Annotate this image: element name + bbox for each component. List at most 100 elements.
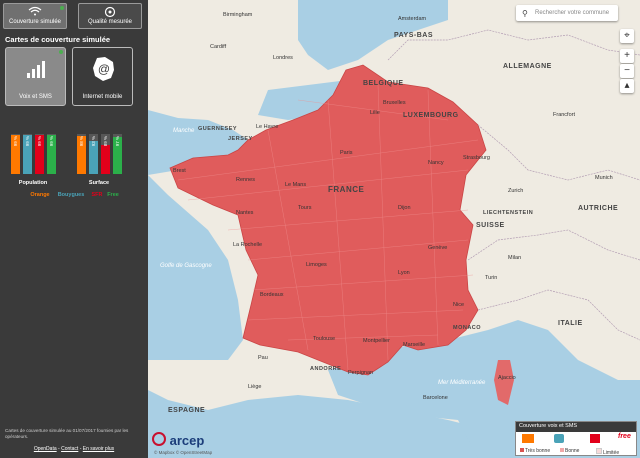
svg-text:@: @ [98,62,110,76]
tab-couverture-simulee[interactable]: Couverture simulée [3,3,67,29]
legend-bouygues: Bouygues [58,192,85,198]
country-label: PAYS-BAS [394,32,434,39]
bar-value-label: 99 % [49,136,54,146]
city-label: Perpignan [348,370,374,376]
country-label: GUERNESEY [198,126,238,132]
country-label: AUTRICHE [578,205,619,212]
compass-button[interactable]: ▴ [620,79,634,93]
country-label: FRANCE [328,185,365,194]
sidebar: Couverture simulée Qualité mesurée Carte… [0,0,148,458]
legend-panel: Couverture voix et SMS free Très bonne B… [515,421,637,456]
city-label: Genève [428,245,448,251]
coverage-chart: 99 % 99 % 99 % 99 % Population 98 % 93 % 89 % 97… [11,134,122,198]
city-label: Zurich [508,188,524,194]
city-label: Turin [485,275,498,281]
footer-text: Cartes de couverture simulée au 01/07/20… [5,428,129,439]
country-label: ANDORRE [310,366,342,372]
group-label: Surface [89,180,109,186]
city-label: Amsterdam [398,16,427,22]
city-label: Le Mans [285,182,307,188]
city-label: Bordeaux [260,292,284,298]
bar-value-label: 97 % [115,136,120,146]
signal-bars-icon [26,58,48,85]
city-label: La Rochelle [233,242,263,248]
country-label: JERSEY [228,136,253,142]
country-label: ITALIE [558,320,583,327]
operator-radio-free[interactable]: free [618,433,631,440]
france-at-icon: @ [91,56,117,87]
locate-button[interactable]: ⌖ [620,29,634,43]
bar-value-label: 93 % [91,136,96,146]
city-label: Birmingham [223,12,253,18]
card-voix-sms[interactable]: Voix et SMS [5,47,66,106]
city-label: Strasbourg [463,155,490,161]
legend-quality-bonne: Bonne [560,448,579,454]
legend-quality-tres-bonne: Très bonne [520,448,550,454]
card-label: Internet mobile [82,94,123,100]
city-label: Brest [173,168,186,174]
country-label: LIECHTENSTEIN [483,210,534,216]
zoom-out-button[interactable]: − [620,64,634,78]
legend-orange: Orange [30,192,49,198]
city-label: Le Havre [256,124,279,130]
sea-label: Mer Méditerranée [438,380,486,386]
sea-label: Golfe de Gascogne [160,263,212,269]
tab-qualite-mesuree[interactable]: Qualité mesurée [78,3,142,29]
city-label: Nice [453,302,465,308]
footer-links: OpenData - Contact - En savoir plus [33,446,115,452]
city-label: Lyon [398,270,410,276]
bar-value-label: 99 % [37,136,42,146]
active-dot [60,6,64,10]
card-label: Voix et SMS [19,94,52,100]
tab-label: Couverture simulée [8,19,62,25]
logo-text: arcep [169,433,205,448]
active-dot [59,50,63,54]
section-title: Cartes de couverture simulée [5,35,111,44]
city-label: Paris [340,150,353,156]
country-label: ALLEMAGNE [503,63,552,70]
footer-link-savoir-plus[interactable]: En savoir plus [83,446,114,452]
country-label: SUISSE [476,222,505,229]
city-label: Liège [248,384,262,390]
zoom-in-button[interactable]: + [620,49,634,63]
wifi-icon [4,6,66,20]
operator-radio-sfr[interactable] [590,434,600,443]
sea-label: Manche [173,128,195,134]
city-label: Toulouse [313,336,336,342]
city-label: Marseille [403,342,426,348]
city-label: Limoges [306,262,327,268]
city-label: Barcelone [423,395,448,401]
bar-value-label: 99 % [13,136,18,146]
bar-value-label: 98 % [79,136,84,146]
country-label: MONACO [453,325,482,331]
legend-free: Free [107,192,119,198]
city-label: Munich [595,175,613,181]
arcep-logo: arcep [152,432,204,448]
city-label: Dijon [398,205,411,211]
search-icon: ⚲ [522,9,528,18]
operator-radio-orange[interactable] [522,434,534,443]
city-label: Lille [370,110,380,116]
map-canvas[interactable]: PAYS-BAS BELGIQUE LUXEMBOURG ALLEMAGNE F… [148,0,640,458]
city-label: Montpellier [363,338,390,344]
country-label: ESPAGNE [168,407,206,414]
country-label: BELGIQUE [363,80,404,87]
footer-link-opendata[interactable]: OpenData [34,446,57,452]
bar-value-label: 99 % [25,136,30,146]
city-label: Milan [508,255,522,261]
city-label: Bruxelles [383,100,406,106]
legend-sfr: SFR [92,192,103,198]
search-placeholder: Rechercher votre commune [535,10,610,16]
card-internet-mobile[interactable]: @ Internet mobile [72,47,133,106]
bar-value-label: 89 % [103,136,108,146]
city-label: Londres [273,55,293,61]
map-attribution: © Mapbox © OpenStreetMap [154,450,213,455]
search-input[interactable]: ⚲ Rechercher votre commune [516,5,618,21]
map-base [148,0,640,458]
city-label: Nancy [428,160,444,166]
city-label: Pau [258,355,268,361]
operator-radio-bouygues[interactable] [554,434,564,443]
city-label: Rennes [236,177,255,183]
footer-link-contact[interactable]: Contact [61,446,78,452]
bar-sfr-surface [101,145,110,174]
